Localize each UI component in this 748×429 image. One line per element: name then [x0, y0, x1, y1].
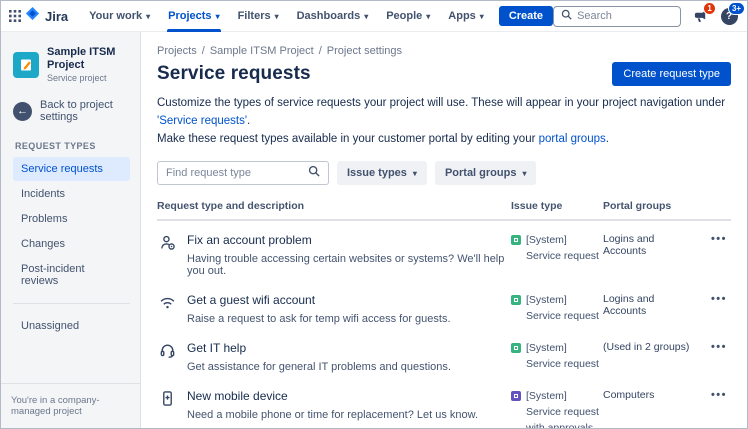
sidebar-item-changes[interactable]: Changes	[13, 232, 130, 256]
chevron-down-icon: ▾	[426, 11, 431, 21]
request-types-section-title: REQUEST TYPES	[15, 141, 96, 152]
row-actions-menu[interactable]: •••	[701, 220, 731, 281]
request-type-description: Having trouble accessing certain website…	[187, 253, 505, 278]
portal-groups-dropdown[interactable]: Portal groups ▾	[434, 161, 537, 186]
portal-groups-link[interactable]: portal groups	[539, 133, 606, 145]
request-type-description: Need a mobile phone or time for replacem…	[187, 409, 479, 422]
sidebar-item-service-requests[interactable]: Service requests	[13, 157, 130, 182]
chevron-down-icon: ▾	[146, 11, 151, 21]
sidebar-divider	[13, 303, 130, 305]
nav-filters[interactable]: Filters ▾	[229, 1, 288, 32]
jira-logo-icon	[25, 6, 40, 26]
issue-type-label: [System] Service request	[526, 342, 599, 371]
chevron-down-icon: ▾	[215, 11, 220, 21]
nav-your-work[interactable]: Your work ▾	[80, 1, 159, 32]
project-name: Sample ITSM Project	[47, 46, 116, 72]
breadcrumb: Projects / Sample ITSM Project / Project…	[157, 45, 402, 57]
project-settings-sidebar: Sample ITSM Project Service project ← Ba…	[1, 32, 141, 428]
chevron-down-icon: ▾	[412, 168, 417, 178]
request-type-name[interactable]: New mobile device	[187, 389, 478, 403]
chevron-down-icon: ▾	[364, 11, 369, 21]
create-button[interactable]: Create	[498, 6, 554, 26]
account-problem-icon	[159, 233, 176, 277]
nav-dashboards[interactable]: Dashboards ▾	[288, 1, 378, 32]
table-row: Fix an account problem Having trouble ac…	[157, 220, 731, 281]
row-actions-menu[interactable]: •••	[701, 281, 731, 329]
portal-groups-value: Logins and Accounts	[603, 233, 655, 258]
table-row: New mobile device Need a mobile phone or…	[157, 377, 731, 428]
mobile-device-icon	[159, 389, 176, 421]
find-request-type-field[interactable]	[157, 161, 329, 186]
row-actions-menu[interactable]: •••	[701, 329, 731, 377]
find-request-type-input[interactable]	[166, 167, 308, 180]
intro-text: Customize the types of service requests …	[157, 97, 726, 145]
help-badge: 3+	[727, 2, 746, 15]
nav-people[interactable]: People ▾	[377, 1, 439, 32]
row-actions-menu[interactable]: •••	[701, 377, 731, 428]
portal-groups-value: (Used in 2 groups)	[603, 341, 690, 354]
column-header-portal-groups: Portal groups	[603, 200, 701, 222]
request-type-name[interactable]: Get a guest wifi account	[187, 293, 451, 307]
nav-projects[interactable]: Projects ▾	[159, 1, 228, 32]
project-header[interactable]: Sample ITSM Project Service project	[13, 46, 130, 83]
issue-type-label: [System] Service request	[526, 294, 599, 323]
chevron-down-icon: ▾	[274, 11, 279, 21]
nav-apps[interactable]: Apps ▾	[439, 1, 493, 32]
breadcrumb-projects[interactable]: Projects	[157, 45, 197, 57]
notification-badge: 1	[703, 2, 717, 15]
jira-logo[interactable]: Jira	[25, 6, 68, 26]
create-request-type-button[interactable]: Create request type	[612, 62, 731, 86]
global-search[interactable]	[553, 5, 682, 27]
column-header-issue-type: Issue type	[511, 200, 603, 222]
service-requests-link[interactable]: 'Service requests'	[157, 115, 247, 127]
table-row: Get a guest wifi account Raise a request…	[157, 281, 731, 329]
issue-type-label: [System] Service request with approvals	[526, 390, 599, 428]
back-arrow-icon: ←	[13, 101, 32, 121]
chevron-down-icon: ▾	[522, 168, 527, 178]
request-types-table: Request type and description Issue type …	[157, 200, 731, 428]
page-title: Service requests	[157, 63, 311, 84]
issue-type-label: [System] Service request	[526, 234, 599, 263]
main-content: Projects / Sample ITSM Project / Project…	[141, 32, 747, 428]
sidebar-item-unassigned[interactable]: Unassigned	[13, 314, 130, 338]
issue-type-icon	[511, 391, 521, 402]
request-type-description: Get assistance for general IT problems a…	[187, 361, 451, 374]
breadcrumb-project[interactable]: Sample ITSM Project	[210, 45, 314, 57]
search-icon	[308, 164, 320, 182]
help-icon[interactable]: ? 3+	[719, 2, 746, 26]
issue-types-dropdown[interactable]: Issue types ▾	[337, 161, 427, 186]
chevron-down-icon: ▾	[479, 11, 484, 21]
sidebar-item-post-incident-reviews[interactable]: Post-incident reviews	[13, 257, 130, 293]
breadcrumb-project-settings[interactable]: Project settings	[327, 45, 402, 57]
app-switcher-icon[interactable]	[9, 5, 21, 27]
sidebar-item-incidents[interactable]: Incidents	[13, 182, 130, 206]
issue-type-icon	[511, 343, 521, 354]
project-type: Service project	[47, 73, 107, 84]
request-type-name[interactable]: Get IT help	[187, 341, 451, 355]
back-to-project-settings[interactable]: ← Back to project settings	[13, 99, 130, 123]
portal-groups-value: Logins and Accounts	[603, 293, 655, 318]
top-navigation-bar: Jira Your work ▾ Projects ▾ Filters ▾ Dashb…	[1, 1, 747, 32]
jira-logo-text: Jira	[45, 8, 69, 24]
filter-bar: Issue types▾ Portal groups▾	[157, 161, 731, 186]
project-avatar	[13, 51, 39, 78]
search-icon	[561, 7, 572, 25]
sidebar-item-problems[interactable]: Problems	[13, 207, 130, 231]
request-type-name[interactable]: Fix an account problem	[187, 233, 507, 247]
column-header-request-type: Request type and description	[157, 200, 511, 222]
notifications-icon[interactable]: 1	[690, 2, 717, 26]
request-type-description: Raise a request to ask for temp wifi acc…	[187, 313, 451, 326]
project-managed-note: You're in a company-managed project	[1, 383, 140, 428]
issue-type-icon	[511, 235, 521, 246]
portal-groups-value: Computers	[603, 389, 655, 402]
headset-icon	[159, 341, 176, 373]
global-search-input[interactable]	[577, 10, 674, 22]
issue-type-icon	[511, 295, 521, 306]
table-row: Get IT help Get assistance for general I…	[157, 329, 731, 377]
wifi-icon	[159, 293, 176, 325]
